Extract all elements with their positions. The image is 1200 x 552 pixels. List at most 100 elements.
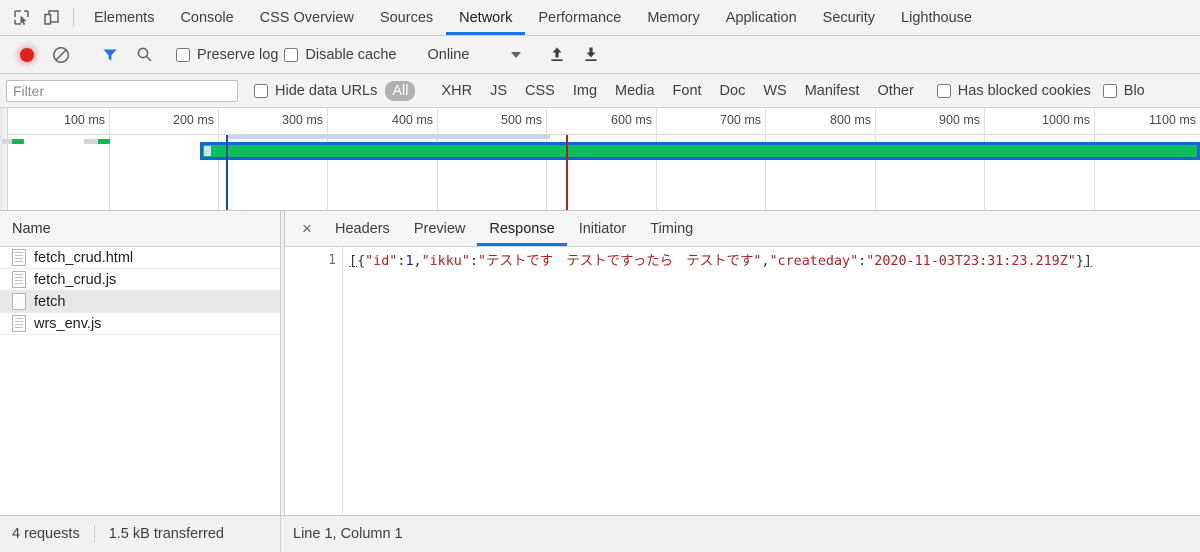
tab-css-overview[interactable]: CSS Overview xyxy=(247,0,367,35)
request-row-wrs-env-js[interactable]: wrs_env.js xyxy=(0,313,280,335)
request-row-fetch-crud-html[interactable]: fetch_crud.html xyxy=(0,247,280,269)
response-code-line[interactable]: [{"id":1,"ikku":"テストです テストですったら テストです","… xyxy=(343,247,1200,515)
cursor-position: Line 1, Column 1 xyxy=(293,526,403,542)
network-filter-bar: Hide data URLs All XHR JS CSS Img Media … xyxy=(0,74,1200,108)
request-row-fetch-crud-js[interactable]: fetch_crud.js xyxy=(0,269,280,291)
load-event-marker xyxy=(566,135,568,210)
disable-cache-checkbox[interactable]: Disable cache xyxy=(284,47,396,63)
overview-network-band xyxy=(228,135,550,139)
tab-label: Security xyxy=(822,9,876,26)
checkbox-box xyxy=(254,83,268,98)
tab-label: Response xyxy=(489,220,555,237)
overview-selection[interactable] xyxy=(200,142,1200,160)
filter-type-css[interactable]: CSS xyxy=(518,81,562,101)
request-list-panel: Name fetch_crud.html fetch_crud.js fetch xyxy=(0,211,281,515)
tab-response[interactable]: Response xyxy=(477,211,567,246)
import-har-icon[interactable] xyxy=(540,41,574,69)
request-row-fetch[interactable]: fetch xyxy=(0,291,280,313)
tab-network[interactable]: Network xyxy=(446,0,526,35)
line-number-gutter: 1 xyxy=(285,247,343,515)
filter-type-img[interactable]: Img xyxy=(566,81,604,101)
document-icon xyxy=(12,271,26,288)
tab-application[interactable]: Application xyxy=(713,0,810,35)
column-header-name[interactable]: Name xyxy=(0,211,280,247)
overview-left-edge xyxy=(0,108,8,210)
network-toolbar: Preserve log Disable cache Online xyxy=(0,36,1200,74)
blocked-requests-label: Blo xyxy=(1123,82,1145,99)
tab-sources[interactable]: Sources xyxy=(367,0,446,35)
tab-label: Elements xyxy=(94,9,155,26)
filter-type-all[interactable]: All xyxy=(385,80,416,101)
filter-type-label: JS xyxy=(490,82,508,99)
json-token-key: "createday" xyxy=(769,254,859,269)
filter-type-manifest[interactable]: Manifest xyxy=(798,81,867,101)
json-token-punct: } xyxy=(1075,254,1084,269)
tab-label: CSS Overview xyxy=(259,9,354,26)
close-icon[interactable]: × xyxy=(291,211,323,246)
devtools-window: Elements Console CSS Overview Sources Ne… xyxy=(0,0,1200,552)
tab-security[interactable]: Security xyxy=(810,0,888,35)
network-main: Name fetch_crud.html fetch_crud.js fetch xyxy=(0,211,1200,515)
tab-headers[interactable]: Headers xyxy=(323,211,402,246)
detail-tabbar: × Headers Preview Response Initiator Tim… xyxy=(285,211,1200,247)
tab-memory[interactable]: Memory xyxy=(634,0,712,35)
tick-label: 800 ms xyxy=(830,113,871,127)
json-token-bracket: ] xyxy=(1083,254,1092,269)
column-header-label: Name xyxy=(12,220,51,237)
hide-data-urls-checkbox[interactable]: Hide data URLs xyxy=(254,83,377,99)
device-toolbar-icon[interactable] xyxy=(36,0,66,35)
filter-type-media[interactable]: Media xyxy=(608,81,662,101)
filter-type-js[interactable]: JS xyxy=(483,81,514,101)
filter-type-other[interactable]: Other xyxy=(871,81,921,101)
tab-timing[interactable]: Timing xyxy=(638,211,705,246)
document-icon xyxy=(12,249,26,266)
json-token-key: "id" xyxy=(365,254,398,269)
filter-type-ws[interactable]: WS xyxy=(756,81,793,101)
tab-label: Headers xyxy=(335,220,390,237)
hide-data-urls-label: Hide data URLs xyxy=(275,82,378,99)
filter-type-label: XHR xyxy=(441,82,473,99)
clear-button[interactable] xyxy=(44,41,78,69)
tab-console[interactable]: Console xyxy=(167,0,246,35)
tick-label: 200 ms xyxy=(173,113,214,127)
filter-type-font[interactable]: Font xyxy=(666,81,709,101)
tab-preview[interactable]: Preview xyxy=(402,211,478,246)
preserve-log-label: Preserve log xyxy=(197,46,279,63)
filter-icon[interactable] xyxy=(93,41,127,69)
tab-initiator[interactable]: Initiator xyxy=(567,211,639,246)
request-name: wrs_env.js xyxy=(34,315,102,332)
export-har-icon[interactable] xyxy=(574,41,608,69)
filter-type-doc[interactable]: Doc xyxy=(713,81,753,101)
inspect-element-icon[interactable] xyxy=(6,0,36,35)
checkbox-box xyxy=(176,47,190,62)
tab-elements[interactable]: Elements xyxy=(81,0,167,35)
response-body-viewer[interactable]: 1 [{"id":1,"ikku":"テストです テストですったら テストです"… xyxy=(285,247,1200,515)
throttling-select[interactable]: Online xyxy=(417,47,525,63)
disable-cache-label: Disable cache xyxy=(305,46,397,63)
search-icon[interactable] xyxy=(127,41,161,69)
selection-handle[interactable] xyxy=(204,146,211,156)
chevron-down-icon xyxy=(511,51,522,58)
record-button[interactable] xyxy=(10,41,44,69)
blocked-requests-checkbox[interactable]: Blo xyxy=(1102,82,1145,99)
tab-performance[interactable]: Performance xyxy=(525,0,634,35)
overview-request-bar xyxy=(2,139,24,144)
json-token-punct: : xyxy=(858,254,867,269)
tab-label: Preview xyxy=(413,220,466,237)
tick-label: 700 ms xyxy=(720,113,761,127)
tick-label: 300 ms xyxy=(282,113,323,127)
json-token-punct: : xyxy=(469,254,478,269)
preserve-log-checkbox[interactable]: Preserve log xyxy=(176,47,278,63)
tab-label: Memory xyxy=(647,9,700,26)
network-summary: 4 requests 1.5 kB transferred xyxy=(0,516,281,552)
filter-type-label: WS xyxy=(763,82,787,99)
record-dot-icon xyxy=(20,47,34,62)
tab-lighthouse[interactable]: Lighthouse xyxy=(888,0,985,35)
transferred-size: 1.5 kB transferred xyxy=(108,526,224,542)
has-blocked-cookies-checkbox[interactable]: Has blocked cookies xyxy=(936,83,1091,99)
filter-input[interactable] xyxy=(6,79,238,102)
filter-type-xhr[interactable]: XHR xyxy=(434,81,479,101)
json-token-punct: , xyxy=(413,254,422,269)
json-token-str: "2020-11-03T23:31:23.219Z" xyxy=(866,254,1076,269)
network-overview[interactable]: 100 ms 200 ms 300 ms 400 ms 500 ms 600 m… xyxy=(0,108,1200,211)
